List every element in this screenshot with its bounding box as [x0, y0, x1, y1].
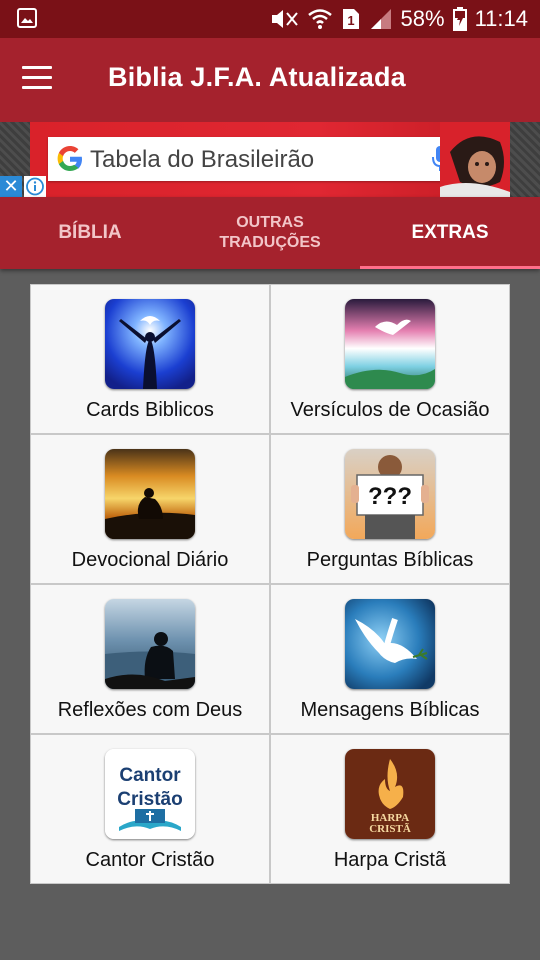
question-marks-text: ??? — [368, 483, 412, 510]
harpa-logo-text-2: CRISTÃ — [369, 823, 411, 835]
tab-outras-traducoes[interactable]: OUTRAS TRADUÇÕES — [180, 197, 360, 269]
cantor-cristao-logo: Cantor Cristão — [105, 749, 195, 839]
ad-info-icon[interactable] — [24, 176, 46, 197]
ad-child-image — [440, 122, 510, 197]
extra-card-cards-biblicos[interactable]: Cards Biblicos — [31, 285, 269, 433]
sim-slot-label: 1 — [347, 13, 354, 28]
extra-card-harpa-crista[interactable]: HARPA CRISTÃ Harpa Cristã — [271, 735, 509, 883]
cantor-cristao-logo-text-2: Cristão — [117, 789, 182, 810]
extras-grid: Cards Biblicos Versículos de Ocasião Dev… — [30, 284, 510, 884]
mute-icon — [271, 10, 298, 28]
harpa-crista-logo: HARPA CRISTÃ — [345, 749, 435, 839]
signal-icon — [370, 9, 391, 29]
tab-bar: BÍBLIA OUTRAS TRADUÇÕES EXTRAS — [0, 197, 540, 269]
ad-search-box[interactable]: Tabela do Brasileirão — [48, 137, 462, 181]
extra-card-label: Reflexões com Deus — [57, 699, 243, 721]
hamburger-menu-icon[interactable] — [22, 66, 52, 92]
tab-outras-traducoes-label: OUTRAS TRADUÇÕES — [219, 214, 321, 251]
dove-worship-icon — [105, 299, 195, 389]
dove-sky-icon — [345, 299, 435, 389]
cantor-cristao-logo-text-1: Cantor — [119, 765, 181, 786]
clock: 11:14 — [474, 6, 528, 31]
sim-icon: 1 — [342, 9, 359, 29]
extra-card-label: Devocional Diário — [71, 549, 229, 571]
dove-olive-icon — [345, 599, 435, 689]
ad-creative[interactable]: Tabela do Brasileirão — [30, 122, 510, 197]
tab-biblia[interactable]: BÍBLIA — [0, 197, 180, 269]
ad-banner: Tabela do Brasileirão — [0, 122, 540, 197]
app-title: Biblia J.F.A. Atualizada — [108, 62, 406, 92]
extra-card-label: Harpa Cristã — [333, 849, 447, 871]
ad-search-text: Tabela do Brasileirão — [90, 146, 315, 173]
extra-card-label: Cards Biblicos — [86, 399, 214, 421]
extra-card-label: Versículos de Ocasião — [290, 399, 490, 421]
extra-card-mensagens-biblicas[interactable]: Mensagens Bíblicas — [271, 585, 509, 733]
status-bar: 1 58% 11:14 — [0, 0, 540, 38]
tab-active-indicator — [360, 266, 540, 269]
reflection-sea-icon — [105, 599, 195, 689]
extra-card-label: Cantor Cristão — [85, 849, 215, 871]
tab-extras[interactable]: EXTRAS — [360, 197, 540, 269]
google-g-icon — [57, 146, 82, 171]
extra-card-perguntas-biblicas[interactable]: ??? Perguntas Bíblicas — [271, 435, 509, 583]
extra-card-cantor-cristao[interactable]: Cantor Cristão Cantor Cristão — [31, 735, 269, 883]
extra-card-reflexoes-com-deus[interactable]: Reflexões com Deus — [31, 585, 269, 733]
praying-sunset-icon — [105, 449, 195, 539]
extra-card-versiculos-de-ocasiao[interactable]: Versículos de Ocasião — [271, 285, 509, 433]
extra-card-label: Mensagens Bíblicas — [300, 699, 480, 721]
ad-close-icon[interactable]: ✕ — [0, 176, 22, 197]
app-bar: Biblia J.F.A. Atualizada — [0, 38, 540, 122]
battery-percent: 58% — [400, 6, 445, 31]
question-sign-icon: ??? — [345, 449, 435, 539]
battery-icon — [452, 7, 467, 31]
extra-card-devocional-diario[interactable]: Devocional Diário — [31, 435, 269, 583]
extra-card-label: Perguntas Bíblicas — [306, 549, 474, 571]
wifi-icon — [307, 9, 332, 29]
gallery-notification-icon — [17, 8, 37, 28]
